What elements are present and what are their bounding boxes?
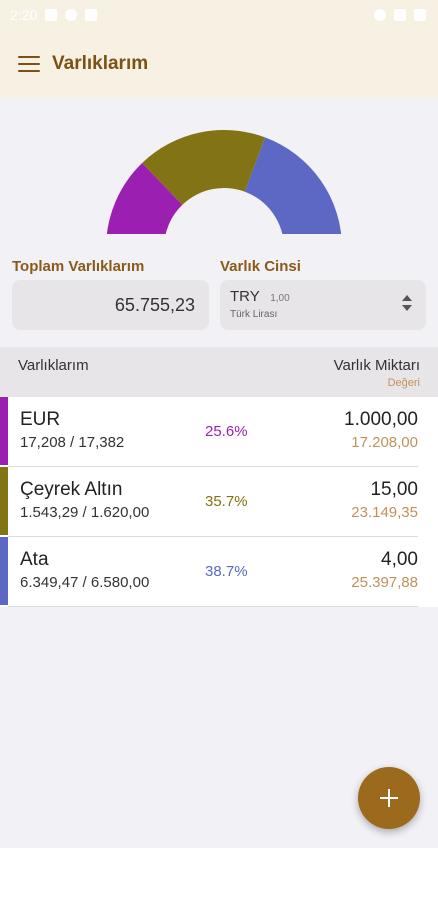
page-title: Varlıklarım [52, 53, 149, 74]
total-assets-label: Toplam Varlıklarım [12, 258, 145, 275]
back-icon[interactable] [85, 868, 99, 882]
asset-color-bar [0, 537, 8, 605]
currency-name: Türk Lirası [230, 309, 278, 320]
signal-icon [394, 9, 406, 21]
asset-quantity: 4,00 [381, 549, 418, 570]
asset-rates: 17,208 / 17,382 [20, 434, 125, 451]
currency-rate: 1,00 [270, 293, 290, 304]
asset-row-eur[interactable]: EUR 17,208 / 17,382 25.6% 1.000,00 17.20… [0, 397, 438, 467]
menu-icon[interactable] [18, 56, 40, 72]
asset-value: 25.397,88 [351, 574, 418, 591]
asset-type-label: Varlık Cinsi [220, 258, 301, 275]
chart-baseline-mask [0, 234, 438, 238]
list-header-value: Değeri [387, 377, 420, 389]
currency-code: TRY [230, 288, 260, 305]
spinner-arrows-icon [402, 295, 412, 311]
asset-distribution-chart [0, 98, 438, 238]
battery-icon [414, 9, 426, 21]
status-bar: 2:20 [0, 0, 438, 30]
asset-percent: 38.7% [205, 563, 248, 580]
app-status-icon [65, 9, 78, 21]
list-header-quantity: Varlık Miktarı [333, 357, 420, 374]
recents-icon[interactable] [338, 868, 352, 882]
asset-color-bar [0, 397, 8, 465]
asset-value: 23.149,35 [351, 504, 418, 521]
asset-name: Çeyrek Altın [20, 479, 123, 500]
asset-name: Ata [20, 549, 49, 570]
home-icon[interactable] [212, 868, 226, 882]
list-header: Varlıklarım Varlık Miktarı Değeri [0, 347, 438, 397]
system-nav-bar [0, 848, 438, 900]
status-time: 2:20 [10, 7, 38, 23]
asset-quantity: 1.000,00 [344, 409, 418, 430]
asset-value: 17.208,00 [351, 434, 418, 451]
asset-color-bar [0, 467, 8, 535]
asset-row-ata[interactable]: Ata 6.349,47 / 6.580,00 38.7% 4,00 25.39… [0, 537, 438, 607]
list-header-assets: Varlıklarım [18, 357, 89, 374]
asset-percent: 25.6% [205, 423, 248, 440]
asset-rates: 6.349,47 / 6.580,00 [20, 574, 150, 591]
total-assets-value: 65.755,23 [114, 294, 195, 315]
asset-name: EUR [20, 409, 61, 430]
total-assets-field: 65.755,23 [12, 280, 209, 330]
asset-quantity: 15,00 [370, 479, 418, 500]
notification-icon [45, 9, 58, 21]
half-donut-svg [0, 130, 438, 238]
currency-selector[interactable]: TRY 1,00 Türk Lirası [220, 280, 426, 330]
app-bar: Varlıklarım [0, 30, 438, 98]
clipboard-icon [85, 9, 98, 21]
add-asset-button[interactable] [358, 767, 420, 829]
asset-row-ceyrek-altin[interactable]: Çeyrek Altın 1.543,29 / 1.620,00 35.7% 1… [0, 467, 438, 537]
wifi-icon [374, 9, 386, 21]
chart-slice-ata [244, 137, 342, 238]
asset-percent: 35.7% [205, 493, 248, 510]
asset-rates: 1.543,29 / 1.620,00 [20, 504, 150, 521]
